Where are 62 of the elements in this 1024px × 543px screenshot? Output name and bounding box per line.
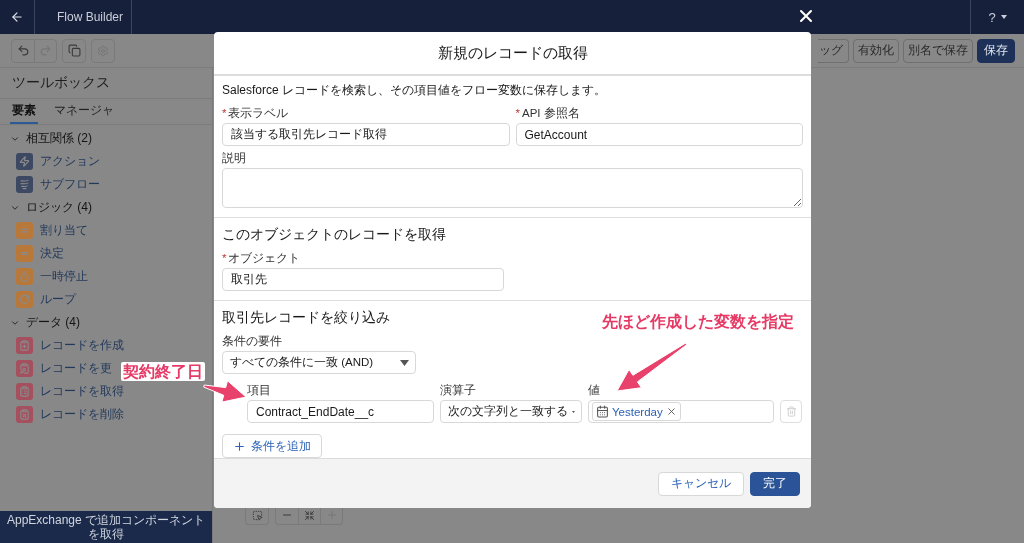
field-label: * API 参照名	[515, 106, 581, 121]
remove-button[interactable]	[665, 406, 677, 417]
operator-select[interactable]: 次の文字列と一致する	[440, 400, 582, 423]
toolbar-button[interactable]: 有効化	[853, 38, 899, 63]
label-field[interactable]: 該当する取引先レコード取得	[222, 123, 510, 146]
description-field[interactable]	[222, 168, 803, 208]
toolbar-button[interactable]: ッグ	[818, 38, 849, 63]
section-toggle[interactable]: ロジック (4)	[0, 196, 102, 219]
requirement-select[interactable]: すべての条件に一致 (AND)	[222, 351, 416, 374]
toolbox-item[interactable]: レコードを更	[0, 357, 114, 380]
toolbox-item[interactable]: レコードを削除	[0, 403, 126, 426]
section-toggle[interactable]: データ (4)	[0, 311, 90, 334]
toolbox-item[interactable]: ループ	[0, 288, 78, 311]
copy-icon	[67, 44, 81, 57]
annotation-arrow	[616, 342, 688, 392]
annotation-text: 先ほど作成した変数を指定	[600, 312, 796, 331]
calendar-icon	[596, 405, 609, 418]
toolbox-item[interactable]: サブフロー	[0, 173, 102, 196]
field-label: 条件の要件	[222, 334, 283, 349]
toolbar-button[interactable]: 別名で保存	[903, 38, 973, 63]
toolbox-item[interactable]: レコードを取得	[0, 380, 126, 403]
api-name-field[interactable]: GetAccount	[515, 123, 803, 146]
field-label: 値	[588, 383, 601, 398]
field-label: 項目	[247, 383, 272, 398]
help-button[interactable]: ?	[970, 0, 1024, 34]
value-pill[interactable]: Yesterday	[592, 402, 681, 421]
toolbox-item[interactable]: 一時停止	[0, 265, 90, 288]
value-field[interactable]: Yesterday	[588, 400, 774, 423]
condition-field[interactable]: Contract_EndDate__c	[247, 400, 434, 423]
undo-icon	[16, 44, 30, 57]
toolbox-item[interactable]: レコードを作成	[0, 334, 126, 357]
toolbox-tab[interactable]: 要素	[10, 99, 38, 124]
plus-icon	[325, 509, 338, 521]
field-label: 演算子	[440, 383, 477, 398]
modal-description: Salesforce レコードを検索し、その項目値をフロー変数に保存します。	[222, 82, 608, 99]
add-condition-button[interactable]: 条件を追加	[222, 434, 322, 458]
caret-icon	[400, 359, 409, 366]
modal-title: 新規のレコードの取得	[437, 43, 588, 63]
section-heading: 取引先レコードを絞り込み	[222, 309, 390, 327]
trash-icon	[785, 406, 797, 417]
annotation-text: 契約終了日	[121, 362, 205, 381]
done-button[interactable]: 完了	[750, 471, 800, 496]
app-title: Flow Builder	[57, 10, 124, 24]
shrink-icon	[304, 509, 315, 521]
toolbox-title: ツールボックス	[0, 68, 212, 99]
cancel-button[interactable]: キャンセル	[658, 471, 744, 496]
close-icon	[665, 406, 677, 417]
field-label: * オブジェクト	[222, 251, 302, 266]
section-heading: このオブジェクトのレコードを取得	[222, 226, 446, 244]
field-label: 説明	[222, 151, 247, 166]
toolbox-item[interactable]: 決定	[0, 242, 66, 265]
select-icon	[251, 509, 263, 521]
section-toggle[interactable]: 相互関係 (2)	[0, 127, 102, 150]
toolbox-item[interactable]: 割り当て	[0, 219, 90, 242]
toolbox-item[interactable]: アクション	[0, 150, 102, 173]
appexchange-button[interactable]: AppExchange で追加コンポーネントを取得	[0, 511, 212, 543]
field-label: * 表示ラベル	[222, 106, 290, 121]
toolbox-tab[interactable]: マネージャ	[52, 99, 116, 124]
plus-icon	[233, 439, 246, 453]
object-field[interactable]: 取引先	[222, 268, 504, 291]
toolbar-button[interactable]: 保存	[977, 38, 1015, 63]
caret-icon	[1000, 15, 1007, 19]
